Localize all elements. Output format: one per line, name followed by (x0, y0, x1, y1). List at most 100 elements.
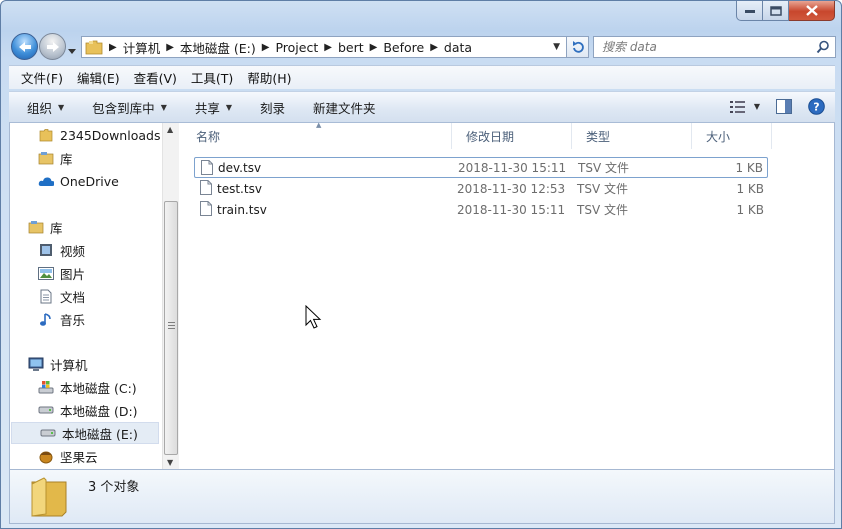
organize-label: 组织 (27, 100, 53, 116)
scrollbar-thumb[interactable] (164, 201, 178, 455)
column-name[interactable]: 名称 ▲ (182, 121, 452, 149)
file-type: TSV 文件 (577, 203, 628, 217)
organize-button[interactable]: 组织 ▼ (27, 98, 64, 117)
file-name: test.tsv (217, 181, 262, 196)
scroll-down-arrow-icon[interactable]: ▼ (167, 458, 173, 467)
breadcrumb-before[interactable]: Before (383, 40, 424, 55)
breadcrumb-data[interactable]: data (444, 40, 472, 55)
address-history-dropdown[interactable]: ▼ (553, 42, 560, 52)
mouse-cursor-icon (305, 305, 322, 329)
column-size[interactable]: 大小 (692, 123, 772, 149)
menu-help[interactable]: 帮助(H) (247, 68, 291, 87)
documents-icon (38, 288, 54, 304)
file-row[interactable]: test.tsv 2018-11-30 12:53 TSV 文件 1 KB (194, 178, 768, 199)
nav-item-computer[interactable]: 计算机 (28, 353, 88, 375)
column-type-label: 类型 (586, 129, 611, 144)
change-view-button[interactable]: ▼ (729, 100, 760, 114)
file-icon (201, 160, 213, 175)
help-icon: ? (808, 98, 825, 115)
nav-item-drive-d[interactable]: 本地磁盘 (D:) (38, 399, 138, 421)
breadcrumb-separator[interactable]: ▶ (109, 42, 117, 53)
nav-item-label: 库 (60, 151, 73, 167)
file-modified: 2018-11-30 15:11 (458, 160, 567, 175)
breadcrumb-separator[interactable]: ▶ (370, 42, 378, 53)
address-bar[interactable]: ▶ 计算机 ▶ 本地磁盘 (E:) ▶ Project ▶ bert ▶ Bef… (81, 36, 567, 58)
nav-item-drive-e[interactable]: 本地磁盘 (E:) (11, 422, 159, 444)
file-list: 名称 ▲ 修改日期 类型 大小 dev.tsv 2018-11-30 15:11… (182, 121, 834, 469)
nav-item-library[interactable]: 库 (38, 147, 73, 169)
nav-item-documents[interactable]: 文档 (38, 285, 85, 307)
nav-item-2345downloads[interactable]: 2345Downloads (38, 124, 160, 146)
column-type[interactable]: 类型 (572, 123, 692, 149)
drive-icon (38, 402, 54, 418)
back-arrow-icon (18, 41, 31, 52)
search-icon[interactable] (816, 40, 830, 54)
chevron-down-icon: ▼ (160, 102, 167, 112)
breadcrumb-computer[interactable]: 计算机 (123, 38, 161, 57)
preview-pane-button[interactable] (776, 99, 792, 114)
nav-item-pictures[interactable]: 图片 (38, 262, 85, 284)
chevron-down-icon (68, 49, 76, 54)
breadcrumb-separator[interactable]: ▶ (324, 42, 332, 53)
chevron-down-icon[interactable]: ▼ (754, 102, 760, 111)
search-box[interactable] (593, 36, 836, 58)
refresh-button[interactable] (567, 36, 589, 58)
nav-item-videos[interactable]: 视频 (38, 239, 85, 261)
file-row[interactable]: train.tsv 2018-11-30 15:11 TSV 文件 1 KB (194, 199, 768, 220)
file-modified: 2018-11-30 15:11 (457, 202, 566, 217)
file-icon (200, 180, 212, 195)
breadcrumb-separator[interactable]: ▶ (430, 42, 438, 53)
breadcrumb-project[interactable]: Project (275, 40, 318, 55)
navigation-pane: 2345Downloads 库 OneDrive 库 视频 图片 文档 音乐 计… (10, 123, 162, 469)
file-row[interactable]: dev.tsv 2018-11-30 15:11 TSV 文件 1 KB (194, 157, 768, 178)
share-button[interactable]: 共享 ▼ (195, 98, 232, 117)
include-in-library-button[interactable]: 包含到库中 ▼ (92, 98, 167, 117)
breadcrumb-bert[interactable]: bert (338, 40, 364, 55)
nav-item-label: 库 (50, 220, 63, 236)
caption-buttons (736, 1, 835, 21)
search-input[interactable] (602, 40, 817, 54)
minimize-button[interactable] (736, 1, 763, 21)
nav-item-label: 视频 (60, 243, 86, 259)
menu-file[interactable]: 文件(F) (21, 68, 63, 87)
share-label: 共享 (194, 100, 220, 116)
onedrive-icon (38, 173, 54, 189)
library-icon (28, 219, 44, 235)
breadcrumb-separator[interactable]: ▶ (262, 42, 270, 53)
nav-item-label: 音乐 (60, 312, 86, 328)
burn-button[interactable]: 刻录 (260, 98, 285, 117)
folder-icon (85, 40, 103, 55)
scroll-up-arrow-icon[interactable]: ▲ (167, 125, 173, 134)
breadcrumb-drive-e[interactable]: 本地磁盘 (E:) (180, 38, 256, 57)
nav-item-music[interactable]: 音乐 (38, 308, 85, 330)
nutstore-icon (38, 448, 54, 464)
column-name-label: 名称 (196, 129, 221, 144)
item-count: 3 个对象 (88, 480, 140, 495)
new-folder-button[interactable]: 新建文件夹 (313, 98, 376, 117)
include-in-library-label: 包含到库中 (92, 100, 155, 116)
maximize-button[interactable] (763, 1, 789, 21)
forward-arrow-icon (46, 41, 59, 52)
help-button[interactable]: ? (808, 98, 825, 115)
file-size: 1 KB (736, 181, 764, 196)
minimize-icon (744, 9, 755, 13)
pictures-icon (38, 265, 54, 281)
menu-edit[interactable]: 编辑(E) (77, 68, 120, 87)
nav-item-onedrive[interactable]: OneDrive (38, 170, 119, 192)
view-controls: ▼ ? (714, 98, 825, 115)
breadcrumb-separator[interactable]: ▶ (166, 42, 174, 53)
menu-view[interactable]: 查看(V) (134, 68, 177, 87)
forward-button[interactable] (39, 33, 66, 60)
column-size-label: 大小 (706, 129, 731, 144)
nav-item-libraries[interactable]: 库 (28, 216, 63, 238)
close-button[interactable] (789, 1, 835, 21)
nav-item-drive-c[interactable]: 本地磁盘 (C:) (38, 376, 137, 398)
navigation-scrollbar[interactable]: ▲ ▼ (162, 123, 179, 469)
column-date-modified[interactable]: 修改日期 (452, 123, 572, 149)
back-button[interactable] (11, 33, 38, 60)
nav-item-nutstore[interactable]: 坚果云 (38, 445, 98, 467)
recent-pages-dropdown[interactable] (68, 44, 76, 54)
drive-icon (40, 425, 56, 441)
menu-tools[interactable]: 工具(T) (191, 68, 233, 87)
nav-item-label: 2345Downloads (60, 127, 161, 143)
